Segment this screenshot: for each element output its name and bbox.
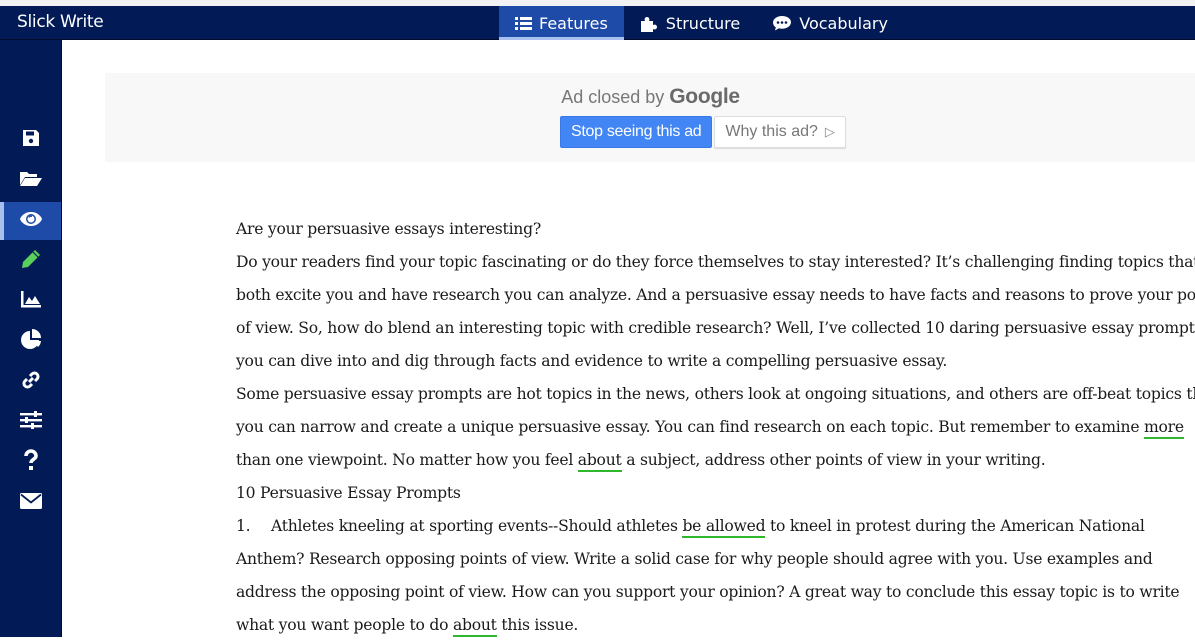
tab-vocabulary[interactable]: Vocabulary — [756, 6, 904, 40]
sliders-icon — [19, 410, 42, 434]
sidebar-item-open[interactable] — [0, 162, 61, 200]
tab-structure[interactable]: Structure — [624, 6, 756, 40]
flagged-word[interactable]: about — [577, 451, 622, 472]
google-logo: Google — [669, 85, 740, 108]
document-line: Do your readers find your topic fascinat… — [236, 253, 1195, 271]
puzzle-icon — [640, 15, 659, 32]
document-line: Are your persuasive essays interesting? — [236, 220, 541, 238]
document-line: Anthem? Research opposing points of view… — [236, 550, 1153, 568]
pie-chart-icon — [20, 328, 42, 356]
sidebar-item-help[interactable] — [0, 443, 61, 481]
document-line: than one viewpoint. No matter how you fe… — [236, 444, 1195, 477]
document-line: both excite you and have research you ca… — [236, 286, 1195, 304]
sidebar-item-save[interactable] — [0, 121, 61, 159]
sidebar-item-stats[interactable] — [0, 323, 61, 361]
sidebar-item-view[interactable] — [0, 202, 61, 240]
flagged-word[interactable]: about — [452, 616, 497, 637]
list-number: 1. — [236, 517, 251, 535]
sidebar — [0, 40, 61, 637]
why-this-ad-button[interactable]: Why this ad? ▷ — [714, 116, 846, 148]
document-line: of view. So, how do blend an interesting… — [236, 319, 1195, 337]
floppy-disk-icon — [22, 129, 40, 152]
sidebar-item-contact[interactable] — [0, 484, 61, 522]
sidebar-item-settings[interactable] — [0, 403, 61, 441]
adchoices-icon: ▷ — [824, 124, 835, 139]
folder-open-icon — [19, 170, 43, 192]
sidebar-item-link[interactable] — [0, 363, 61, 401]
ad-closed-text: Ad closed by Google — [561, 85, 740, 108]
link-icon — [21, 370, 41, 395]
list-icon — [515, 16, 532, 31]
tab-structure-label: Structure — [665, 13, 741, 33]
area-chart-icon — [20, 290, 42, 313]
document-line: you can narrow and create a unique persu… — [236, 411, 1195, 444]
document-line: you can dive into and dig through facts … — [236, 352, 948, 370]
flagged-word[interactable]: be allowed — [682, 517, 766, 538]
document-line: Some persuasive essay prompts are hot to… — [236, 385, 1195, 403]
top-navbar: Slick Write Features Structure Vocabular… — [0, 6, 1195, 40]
tab-vocabulary-label: Vocabulary — [799, 13, 888, 33]
tab-features-label: Features — [539, 13, 608, 33]
eye-icon — [19, 211, 43, 232]
envelope-icon — [19, 492, 42, 514]
feature-tabs: Features Structure Vocabulary — [499, 6, 904, 40]
editor-main: Ad closed by Google Stop seeing this ad … — [61, 40, 1195, 637]
sidebar-item-edit[interactable] — [0, 242, 61, 280]
document-line: address the opposing point of view. How … — [236, 583, 1180, 601]
tab-features[interactable]: Features — [499, 6, 624, 40]
pencil-icon — [21, 249, 41, 274]
question-icon — [23, 448, 39, 476]
app-title: Slick Write — [17, 12, 104, 32]
document-text[interactable]: Are your persuasive essays interesting? D… — [236, 213, 1195, 642]
comment-icon — [772, 15, 792, 31]
stop-seeing-ad-button[interactable]: Stop seeing this ad — [560, 116, 713, 148]
flagged-word[interactable]: more — [1144, 418, 1184, 439]
document-line: 10 Persuasive Essay Prompts — [236, 484, 461, 502]
document-line: what you want people to do about this is… — [236, 609, 1195, 642]
ad-closed-banner: Ad closed by Google Stop seeing this ad … — [105, 73, 1195, 162]
document-line: 1. Athletes kneeling at sporting events--… — [236, 510, 1195, 543]
sidebar-item-chart[interactable] — [0, 282, 61, 320]
